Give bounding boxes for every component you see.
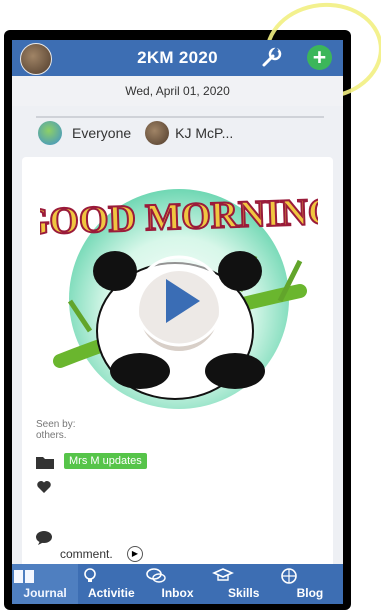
nav-activities[interactable]: Activitie	[78, 564, 144, 604]
nav-inbox[interactable]: Inbox	[144, 564, 210, 604]
seen-by-others: others.	[36, 430, 67, 441]
comment-bubble-icon[interactable]	[36, 531, 52, 545]
nav-blog[interactable]: Blog	[277, 564, 343, 604]
audience-row: Everyone KJ McP...	[38, 120, 233, 146]
nav-skills-label: Skills	[228, 586, 260, 600]
post-image-text: GOOD MORNING	[40, 190, 318, 243]
nav-activities-label: Activitie	[87, 586, 135, 600]
divider	[36, 116, 324, 118]
app-screen: 2KM 2020 + Wed, April 01, 2020 Everyone …	[12, 40, 343, 604]
audience-user[interactable]: KJ McP...	[175, 125, 233, 141]
seen-by-label: Seen by:	[36, 419, 76, 430]
user-avatar	[145, 121, 170, 145]
heart-icon[interactable]	[36, 480, 52, 494]
folder-tag[interactable]: Mrs M updates	[64, 453, 147, 469]
add-post-button[interactable]: +	[307, 45, 332, 70]
nav-skills[interactable]: Skills	[211, 564, 277, 604]
post-image[interactable]: GOOD MORNING	[40, 171, 318, 413]
graduation-cap-icon	[211, 568, 234, 581]
bottom-nav: Journal Activitie Inbox Skills Blog	[12, 564, 343, 604]
class-title: 2KM 2020	[137, 48, 218, 67]
globe-outline-icon	[281, 568, 297, 584]
globe-icon	[38, 121, 62, 145]
top-bar: 2KM 2020 +	[12, 40, 343, 76]
folder-icon	[36, 457, 54, 469]
seen-by: Seen by: others.	[36, 419, 75, 441]
lightbulb-icon	[84, 568, 97, 582]
nav-blog-label: Blog	[296, 586, 324, 600]
nav-journal-label: Journal	[23, 586, 67, 600]
wrench-icon[interactable]	[259, 46, 283, 70]
chat-bubbles-icon	[146, 568, 167, 583]
comment-label[interactable]: comment.	[60, 547, 113, 561]
nav-journal[interactable]: Journal	[12, 564, 79, 604]
audience-everyone[interactable]: Everyone	[72, 125, 131, 141]
journal-date: Wed, April 01, 2020	[12, 76, 343, 106]
book-icon	[14, 570, 34, 583]
journal-post-card: GOOD MORNING Seen by: others. Mrs M upda…	[22, 157, 333, 604]
play-small-icon[interactable]: ▶	[127, 546, 143, 562]
nav-inbox-label: Inbox	[161, 586, 194, 600]
